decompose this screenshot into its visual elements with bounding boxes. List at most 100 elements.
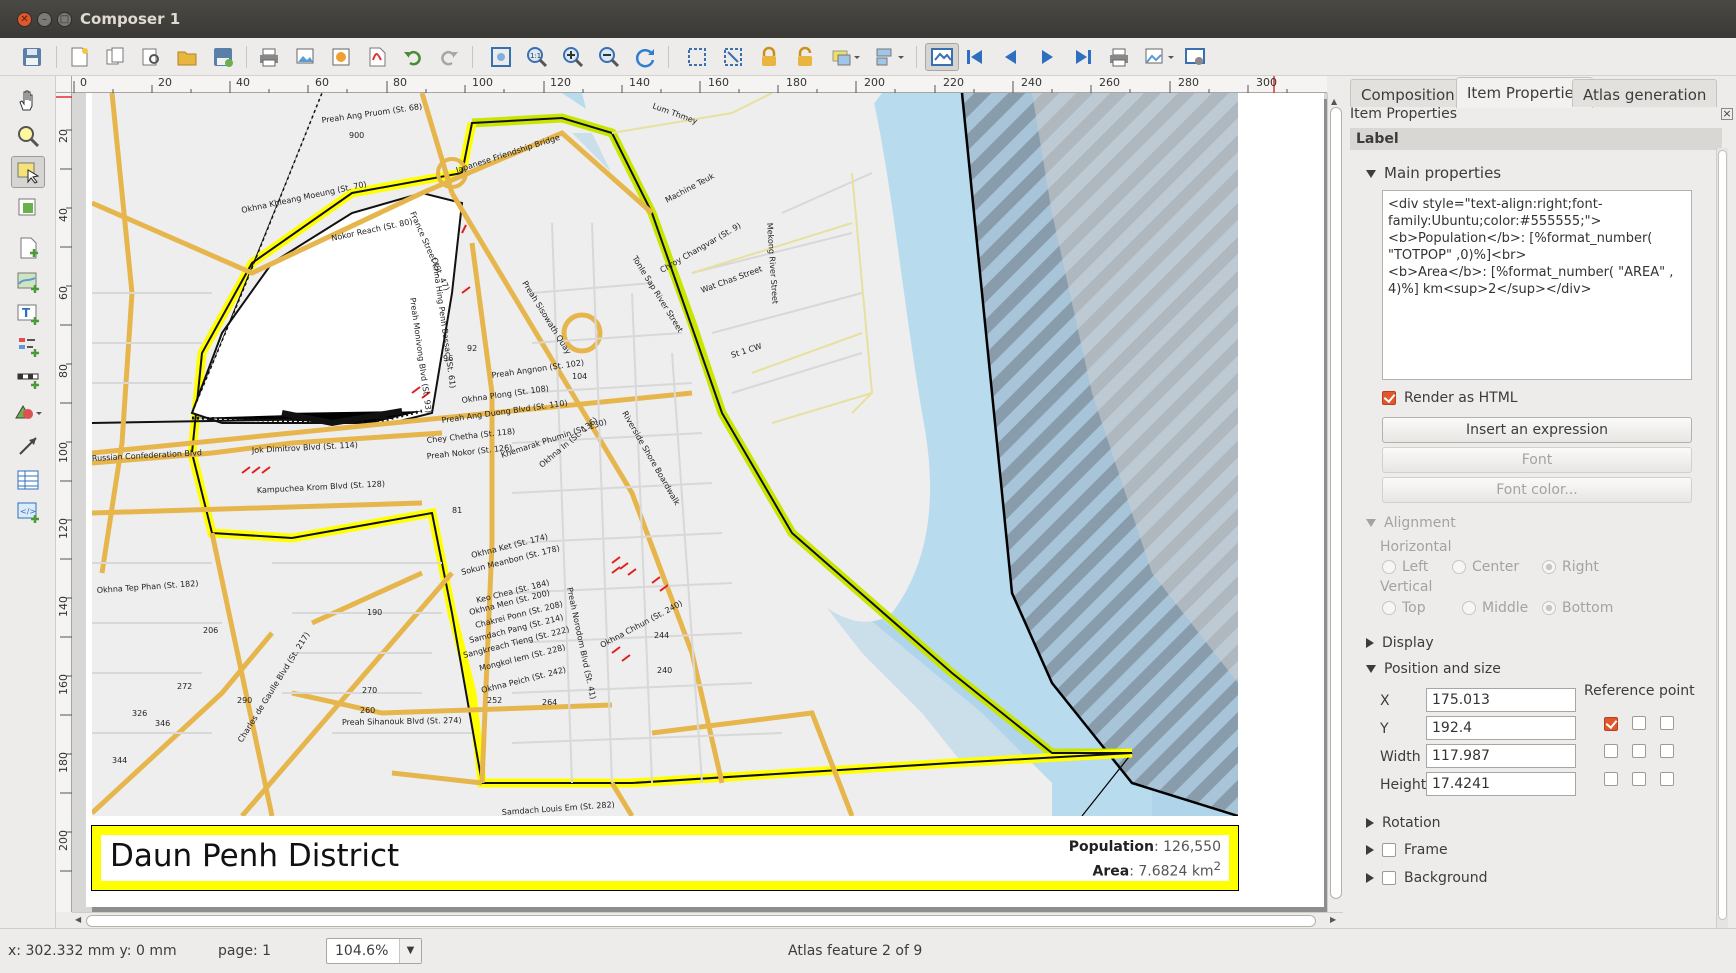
add-scalebar-icon[interactable] [11, 362, 45, 394]
horizontal-scroll-thumb[interactable] [86, 915, 1316, 927]
radio-bottom[interactable]: Bottom [1542, 600, 1613, 616]
area-unit-exponent: 2 [1213, 859, 1221, 873]
width-field[interactable]: 117.987 [1426, 744, 1576, 768]
composer-canvas[interactable]: Preah Ang Pruom (St. 68) Japanese Friend… [72, 93, 1327, 912]
y-field[interactable]: 192.4 [1426, 716, 1576, 740]
close-dock-icon[interactable]: × [1721, 108, 1733, 120]
export-svg-icon[interactable] [326, 43, 356, 71]
select-all-icon[interactable] [682, 43, 712, 71]
redo-icon[interactable] [434, 43, 464, 71]
chevron-down-icon[interactable]: ▼ [399, 939, 421, 963]
add-shape-icon[interactable] [11, 396, 45, 428]
ref-point-middle-right[interactable] [1660, 744, 1674, 758]
height-field[interactable]: 17.4241 [1426, 772, 1576, 796]
render-html-checkbox[interactable]: Render as HTML [1382, 390, 1518, 406]
print-atlas-icon[interactable] [1104, 43, 1134, 71]
ref-point-bottom-left[interactable] [1604, 772, 1618, 786]
canvas-horizontal-scrollbar[interactable]: ◀ ▶ [72, 912, 1343, 928]
composer-manager-icon[interactable] [136, 43, 166, 71]
first-feature-icon[interactable] [960, 43, 990, 71]
frame-section[interactable]: Frame [1366, 842, 1448, 858]
zoom-in-icon[interactable] [558, 43, 588, 71]
ref-point-top-left[interactable] [1604, 717, 1618, 731]
ref-point-middle-center[interactable] [1632, 744, 1646, 758]
scroll-up-arrow-icon[interactable]: ▲ [1331, 97, 1337, 106]
rotation-section[interactable]: Rotation [1366, 815, 1441, 831]
ref-point-top-center[interactable] [1632, 716, 1646, 730]
ref-point-middle-left[interactable] [1604, 744, 1618, 758]
font-button[interactable]: Font [1382, 447, 1692, 473]
x-field[interactable]: 175.013 [1426, 688, 1576, 712]
tab-atlas-generation[interactable]: Atlas generation [1572, 79, 1718, 107]
zoom-out-icon[interactable] [594, 43, 624, 71]
zoom-actual-icon[interactable]: 1:1 [522, 43, 552, 71]
new-composer-icon[interactable] [64, 43, 94, 71]
zoom-tool-icon[interactable] [11, 120, 45, 152]
group-icon[interactable] [826, 43, 866, 71]
export-atlas-icon[interactable] [1140, 43, 1180, 71]
radio-top[interactable]: Top [1382, 600, 1426, 616]
export-image-icon[interactable] [290, 43, 320, 71]
last-feature-icon[interactable] [1068, 43, 1098, 71]
zoom-combobox[interactable]: 104.6% ▼ [326, 938, 422, 964]
open-template-icon[interactable] [172, 43, 202, 71]
ref-point-top-right[interactable] [1660, 716, 1674, 730]
display-section[interactable]: Display [1366, 635, 1434, 651]
add-legend-icon[interactable] [11, 330, 45, 362]
add-html-frame-icon[interactable]: </> [11, 496, 45, 528]
save-icon[interactable] [17, 43, 47, 71]
label-text-editor[interactable]: <div style="text-align:right;font-family… [1382, 190, 1692, 380]
save-template-icon[interactable] [208, 43, 238, 71]
refresh-icon[interactable] [630, 43, 660, 71]
font-color-button[interactable]: Font color... [1382, 477, 1692, 503]
unlock-icon[interactable] [790, 43, 820, 71]
radio-middle[interactable]: Middle [1462, 600, 1528, 616]
zoom-full-icon[interactable] [486, 43, 516, 71]
vertical-scroll-thumb[interactable] [1330, 107, 1342, 899]
minimize-window-button[interactable]: – [37, 12, 52, 27]
export-pdf-icon[interactable] [362, 43, 392, 71]
position-size-section[interactable]: Position and size [1366, 661, 1501, 677]
svg-text:T: T [22, 306, 31, 320]
radio-left[interactable]: Left [1382, 559, 1428, 575]
tab-composition[interactable]: Composition [1350, 79, 1466, 107]
next-feature-icon[interactable] [1032, 43, 1062, 71]
status-bar: x: 302.332 mm y: 0 mm page: 1 104.6% ▼ A… [0, 928, 1736, 973]
ref-point-bottom-center[interactable] [1632, 772, 1646, 786]
alignment-section[interactable]: Alignment [1366, 515, 1456, 531]
pan-hand-icon[interactable] [11, 84, 45, 116]
scroll-right-arrow-icon[interactable]: ▶ [1330, 915, 1336, 924]
add-new-page-icon[interactable] [11, 232, 45, 264]
canvas-vertical-scrollbar[interactable]: ▲ [1327, 93, 1343, 912]
maximize-window-button[interactable]: □ [57, 12, 72, 27]
ref-point-bottom-right[interactable] [1660, 772, 1674, 786]
map-number: 260 [360, 706, 375, 715]
add-arrow-icon[interactable] [11, 430, 45, 462]
panel-scrollbar[interactable] [1716, 148, 1728, 928]
move-item-content-icon[interactable] [11, 192, 45, 224]
scroll-left-arrow-icon[interactable]: ◀ [75, 915, 81, 924]
district-label-item[interactable]: Daun Penh District Population: 126,550 A… [91, 825, 1239, 891]
radio-right[interactable]: Right [1542, 559, 1599, 575]
main-properties-section[interactable]: Main properties [1366, 164, 1501, 182]
lock-icon[interactable] [754, 43, 784, 71]
atlas-preview-icon[interactable] [925, 43, 959, 71]
atlas-settings-icon[interactable] [1180, 43, 1210, 71]
select-move-item-icon[interactable] [11, 156, 45, 188]
background-section[interactable]: Background [1366, 870, 1488, 886]
undo-icon[interactable] [398, 43, 428, 71]
add-attribute-table-icon[interactable] [11, 464, 45, 496]
prev-feature-icon[interactable] [996, 43, 1026, 71]
align-icon[interactable] [870, 43, 910, 71]
radio-center[interactable]: Center [1452, 559, 1519, 575]
close-window-button[interactable]: ✕ [17, 12, 32, 27]
add-map-icon[interactable] [11, 266, 45, 298]
map-item[interactable]: Preah Ang Pruom (St. 68) Japanese Friend… [92, 93, 1238, 816]
radio-selected-icon [1542, 560, 1556, 574]
panel-scroll-thumb[interactable] [1718, 150, 1727, 920]
duplicate-composer-icon[interactable] [100, 43, 130, 71]
deselect-icon[interactable] [718, 43, 748, 71]
add-label-icon[interactable]: T [11, 298, 45, 330]
print-icon[interactable] [254, 43, 284, 71]
insert-expression-button[interactable]: Insert an expression [1382, 417, 1692, 443]
